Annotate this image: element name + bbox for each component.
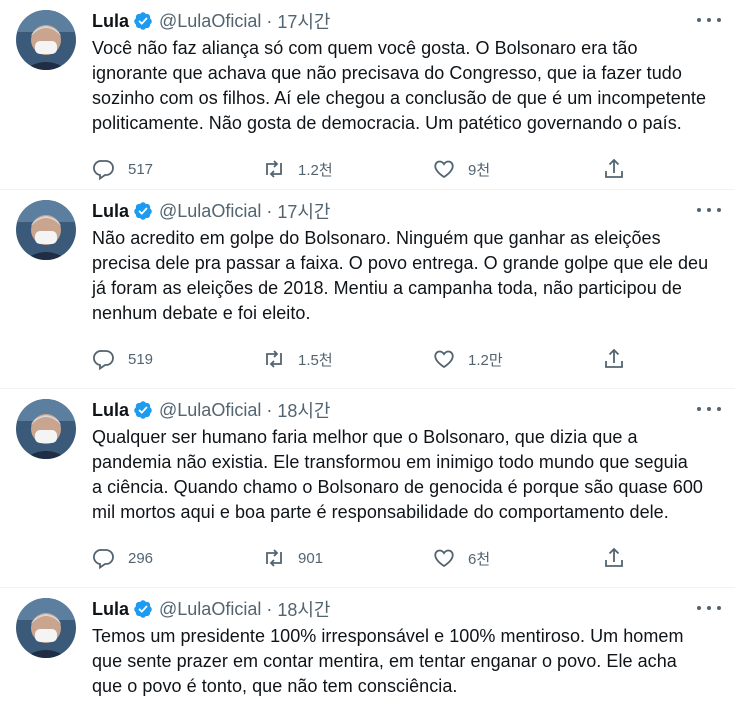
tweet-text: Não acredito em golpe do Bolsonaro. Ning…: [92, 226, 712, 326]
retweet-count: 1.5천: [298, 351, 333, 369]
avatar-image: [16, 10, 76, 70]
tweet[interactable]: Lula @LulaOficial · 17시간 Não acredito em…: [0, 190, 735, 389]
tweet-text-line: nenhum debate e foi eleito.: [92, 303, 311, 323]
avatar-image: [16, 200, 76, 260]
like-count: 6천: [468, 550, 491, 568]
timestamp[interactable]: 18시간: [277, 397, 330, 423]
verified-badge-icon: [134, 202, 152, 220]
tweet-header: Lula @LulaOficial · 18시간: [92, 596, 719, 622]
like-button[interactable]: 6천: [432, 546, 602, 570]
author-handle[interactable]: @LulaOficial: [159, 599, 261, 620]
tweet-text-line: já foram as eleições de 2018. Mentiu a c…: [92, 278, 682, 298]
tweet-text-line: politicamente. Não gosta de democracia. …: [92, 113, 682, 133]
tweet-text-line: precisa dele pra passar a faixa. O povo …: [92, 253, 709, 273]
author-name[interactable]: Lula: [92, 11, 129, 32]
separator-dot: ·: [266, 10, 273, 31]
retweet-button[interactable]: 901: [262, 546, 432, 570]
author-name[interactable]: Lula: [92, 201, 129, 222]
timestamp[interactable]: 17시간: [277, 8, 330, 34]
tweet[interactable]: Lula @LulaOficial · 18시간 Qualquer ser hu…: [0, 389, 735, 588]
avatar-image: [16, 399, 76, 459]
share-icon: [605, 158, 623, 178]
tweet-text-line: Temos um presidente 100% irresponsável e…: [92, 626, 684, 646]
more-options-icon[interactable]: [697, 600, 721, 616]
share-button[interactable]: [602, 157, 626, 181]
author-handle[interactable]: @LulaOficial: [159, 11, 261, 32]
tweet-text: Você não faz aliança só com quem você go…: [92, 36, 712, 136]
retweet-icon: [266, 549, 282, 567]
retweet-icon: [266, 160, 282, 178]
reply-count: 519: [128, 350, 154, 368]
author-name[interactable]: Lula: [92, 599, 129, 620]
reply-icon: [93, 160, 114, 181]
verified-badge-icon: [134, 401, 152, 419]
retweet-icon: [266, 350, 282, 368]
avatar[interactable]: [16, 399, 76, 459]
tweet-text-line: ignorante que achava que não precisava d…: [92, 63, 682, 83]
verified-badge-icon: [134, 12, 152, 30]
tweet-text: Temos um presidente 100% irresponsável e…: [92, 624, 712, 699]
reply-count: 517: [128, 160, 154, 178]
timestamp[interactable]: 17시간: [277, 198, 330, 224]
tweet-feed: Lula @LulaOficial · 17시간 Você não faz al…: [0, 0, 735, 718]
tweet[interactable]: Lula @LulaOficial · 17시간 Você não faz al…: [0, 0, 735, 190]
tweet-actions: 296 901 6천: [92, 543, 632, 573]
like-button[interactable]: 9천: [432, 157, 602, 181]
reply-count: 296: [128, 549, 154, 567]
separator-dot: ·: [266, 598, 273, 619]
tweet-header: Lula @LulaOficial · 18시간: [92, 397, 719, 423]
author-handle[interactable]: @LulaOficial: [159, 400, 261, 421]
author-name[interactable]: Lula: [92, 400, 129, 421]
like-button[interactable]: 1.2만: [432, 347, 602, 371]
reply-button[interactable]: 296: [92, 546, 262, 570]
tweet-text-line: pandemia não existia. Ele transformou em…: [92, 452, 688, 472]
share-icon: [605, 547, 623, 567]
like-count: 9천: [468, 161, 491, 179]
share-button[interactable]: [602, 546, 626, 570]
heart-icon: [434, 350, 454, 369]
reply-button[interactable]: 517: [92, 157, 262, 181]
retweet-button[interactable]: 1.5천: [262, 347, 432, 371]
tweet-text-line: sozinho com os filhos. Aí ele chegou a c…: [92, 88, 707, 108]
tweet-text-line: que o povo é tonto, que não tem consciên…: [92, 676, 458, 696]
timestamp[interactable]: 18시간: [277, 596, 330, 622]
tweet-header: Lula @LulaOficial · 17시간: [92, 198, 719, 224]
more-options-icon[interactable]: [697, 202, 721, 218]
heart-icon: [434, 549, 454, 568]
tweet-text: Qualquer ser humano faria melhor que o B…: [92, 425, 712, 525]
reply-icon: [93, 549, 114, 570]
like-count: 1.2만: [468, 351, 503, 369]
tweet-text-line: Você não faz aliança só com quem você go…: [92, 38, 638, 58]
separator-dot: ·: [266, 399, 273, 420]
tweet-text-line: que sente prazer em contar mentira, em t…: [92, 651, 677, 671]
tweet-text-line: Qualquer ser humano faria melhor que o B…: [92, 427, 638, 447]
avatar[interactable]: [16, 598, 76, 658]
avatar-image: [16, 598, 76, 658]
verified-badge-icon: [134, 600, 152, 618]
tweet-text-line: Não acredito em golpe do Bolsonaro. Ning…: [92, 228, 661, 248]
separator-dot: ·: [266, 200, 273, 221]
tweet[interactable]: Lula @LulaOficial · 18시간 Temos um presid…: [0, 588, 735, 718]
share-button[interactable]: [602, 347, 626, 371]
tweet-actions: 517 1.2천 9천: [92, 154, 632, 184]
more-options-icon[interactable]: [697, 12, 721, 28]
retweet-count: 1.2천: [298, 161, 333, 179]
more-options-icon[interactable]: [697, 401, 721, 417]
avatar[interactable]: [16, 200, 76, 260]
tweet-header: Lula @LulaOficial · 17시간: [92, 8, 719, 34]
tweet-text-line: a ciência. Quando chamo o Bolsonaro de g…: [92, 477, 703, 497]
retweet-count: 901: [298, 549, 324, 567]
tweet-text-line: mil mortos aqui e boa parte é responsabi…: [92, 502, 669, 522]
share-icon: [605, 348, 623, 368]
heart-icon: [434, 160, 454, 179]
reply-button[interactable]: 519: [92, 347, 262, 371]
author-handle[interactable]: @LulaOficial: [159, 201, 261, 222]
retweet-button[interactable]: 1.2천: [262, 157, 432, 181]
avatar[interactable]: [16, 10, 76, 70]
tweet-actions: 519 1.5천 1.2만: [92, 344, 632, 374]
reply-icon: [93, 350, 114, 371]
